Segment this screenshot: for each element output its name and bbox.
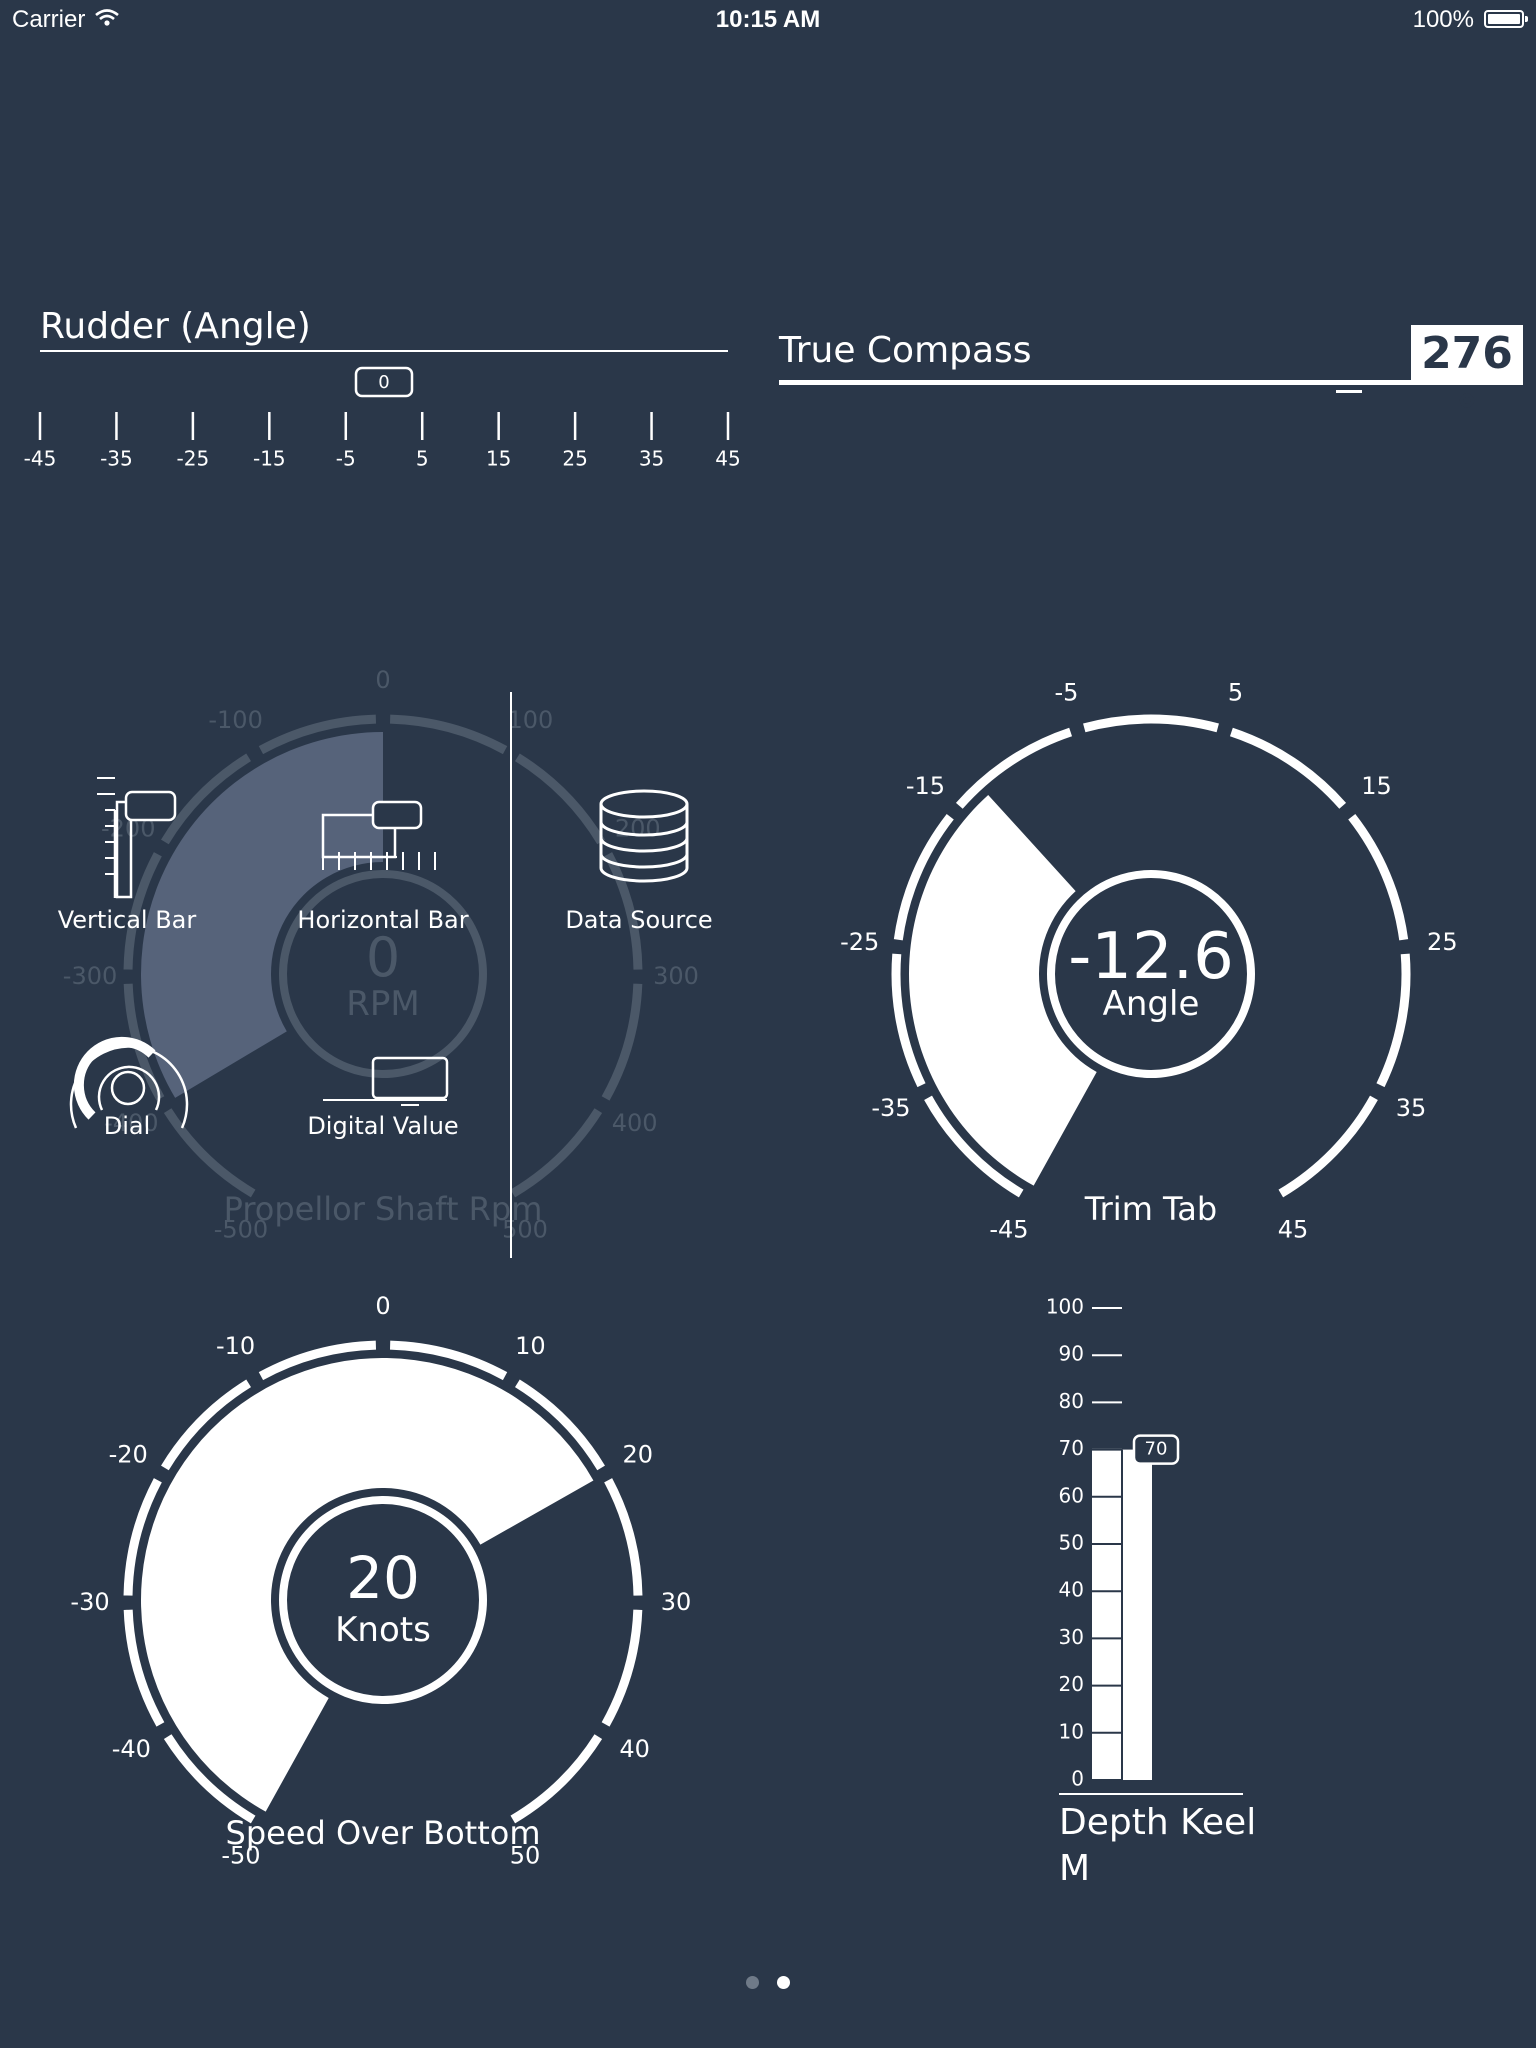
gauge-arc-segment <box>604 1478 643 1596</box>
gauge-arc-segment <box>1083 714 1219 733</box>
gauge-tick-label: -30 <box>70 1588 109 1616</box>
depth-title[interactable]: Depth Keel M <box>1059 1800 1256 1892</box>
horizontal-bar-icon <box>321 800 436 870</box>
widget-menu-divider <box>510 692 512 1258</box>
page-control[interactable] <box>0 1974 1536 1993</box>
gauge-tick-label: -300 <box>63 962 117 990</box>
menu-item-dial[interactable]: Dial <box>57 1024 197 1144</box>
vertical-bar-icon <box>97 777 177 899</box>
gauge-tick-label: 20 <box>622 1440 653 1468</box>
trim-tab-value: -12.6 <box>1068 920 1234 994</box>
gauge-arc-segment <box>1376 953 1411 1088</box>
depth-bar-chart: 0 10 20 30 40 50 60 70 80 90 100 70 <box>1046 1295 1243 1795</box>
gauge-tick-label: 15 <box>1361 772 1392 800</box>
gauge-tick-label: 400 <box>612 1109 658 1137</box>
gauge-tick-label: 100 <box>507 706 553 734</box>
menu-item-label: Vertical Bar <box>57 906 197 934</box>
depth-tick-label: 30 <box>1059 1625 1084 1649</box>
depth-value-label: 70 <box>1145 1439 1168 1460</box>
menu-item-label: Data Source <box>565 906 713 934</box>
trim-tab-unit: Angle <box>1102 984 1200 1024</box>
gauge-arc-segment <box>1278 1095 1378 1198</box>
depth-tick-label: 90 <box>1059 1342 1084 1366</box>
menu-item-label: Horizontal Bar <box>297 906 469 934</box>
depth-tick-label: 60 <box>1059 1483 1084 1507</box>
propeller-title[interactable]: Propellor Shaft Rpm <box>183 1190 583 1228</box>
menu-item-data-source[interactable]: Data Source <box>549 784 729 940</box>
depth-tick-label: 0 <box>1071 1767 1084 1791</box>
gauge-tick-label: 300 <box>653 962 699 990</box>
gauge-tick-label: 30 <box>661 1588 692 1616</box>
database-icon <box>599 789 689 883</box>
page-dot[interactable] <box>777 1976 790 1989</box>
depth-tick-label: 10 <box>1059 1719 1084 1743</box>
gauge-tick-label: -15 <box>906 772 945 800</box>
gauge-tick-label: 25 <box>1427 928 1458 956</box>
depth-tick-label: 80 <box>1059 1389 1084 1413</box>
gauge-tick-label: -40 <box>112 1735 151 1763</box>
menu-item-horizontal-bar[interactable]: Horizontal Bar <box>293 790 473 940</box>
depth-tick-label: 50 <box>1059 1531 1084 1555</box>
gauge-arc-segment <box>1348 813 1409 941</box>
gauge-arc-segment <box>510 1108 603 1198</box>
depth-title-line1: Depth Keel <box>1059 1802 1257 1843</box>
gauge-arc-segment <box>389 714 508 755</box>
gauge-arc-segment <box>601 1609 643 1727</box>
gauge-tick-label: 35 <box>1396 1094 1427 1122</box>
gauge-tick-label: -35 <box>871 1094 910 1122</box>
page-dot[interactable] <box>746 1976 759 1989</box>
speed-value: 20 <box>346 1544 420 1612</box>
gauge-tick-label: -10 <box>216 1332 255 1360</box>
depth-tick-label: 20 <box>1059 1672 1084 1696</box>
menu-item-label: Dial <box>103 1112 151 1140</box>
depth-tick-label: 40 <box>1059 1578 1084 1602</box>
gauge-tick-label: 5 <box>1228 678 1243 706</box>
gauge-tick-label: 10 <box>515 1332 546 1360</box>
gauges-canvas: -500-400-300-200-1000100200300400500 -45-… <box>63 666 1458 1869</box>
depth-title-line2: M <box>1059 1848 1091 1889</box>
gauge-arc-segment <box>955 727 1073 809</box>
gauge-arc-segment <box>510 1734 603 1824</box>
gauge-tick-label: -100 <box>208 706 262 734</box>
monitor-icon <box>323 1056 449 1106</box>
menu-item-digital-value[interactable]: Digital Value <box>293 1056 473 1146</box>
gauge-tick-label: 0 <box>375 666 390 694</box>
gauge-tick-label: 40 <box>619 1735 650 1763</box>
menu-item-label: Digital Value <box>307 1112 459 1140</box>
trim-tab-title[interactable]: Trim Tab <box>951 1190 1351 1228</box>
gauge-tick-label: -5 <box>1054 678 1078 706</box>
menu-item-vertical-bar[interactable]: Vertical Bar <box>47 770 207 940</box>
depth-tick-label: 70 <box>1059 1436 1084 1460</box>
gauge-arc-segment <box>1229 727 1347 809</box>
speed-title[interactable]: Speed Over Bottom <box>183 1814 583 1852</box>
gauge-tick-label: -20 <box>109 1440 148 1468</box>
depth-tick-label: 100 <box>1046 1295 1084 1319</box>
speed-unit: Knots <box>335 1610 431 1650</box>
gauge-tick-label: -25 <box>840 928 879 956</box>
propeller-unit: RPM <box>346 984 420 1024</box>
gauge-tick-label: 0 <box>375 1292 390 1320</box>
gauge-arc-segment <box>601 983 643 1101</box>
